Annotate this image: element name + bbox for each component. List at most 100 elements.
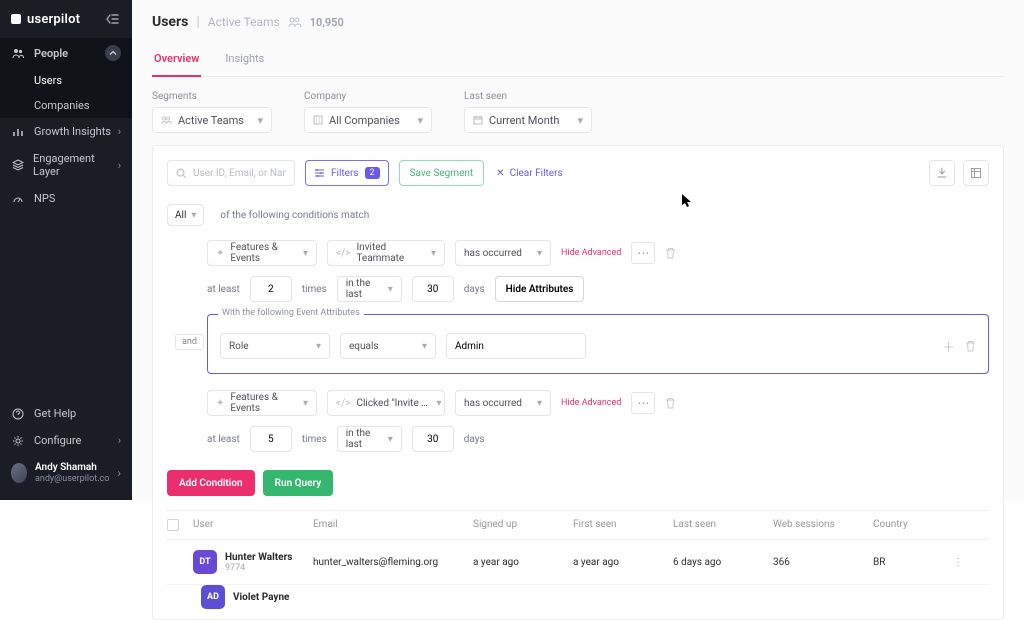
rule2-hide-advanced[interactable]: Hide Advanced xyxy=(561,398,621,408)
company-select[interactable]: All Companies ▾ xyxy=(304,107,432,133)
profile-menu[interactable]: Andy Shamah andy@userpilot.co › xyxy=(0,454,132,492)
cell-email: hunter_walters@fleming.org xyxy=(313,557,473,568)
attr-delete-button[interactable] xyxy=(965,340,976,352)
logo-icon xyxy=(11,14,21,24)
chevron-down-icon: ▾ xyxy=(303,398,308,409)
event-attributes-box: With the following Event Attributes Role… xyxy=(207,314,989,374)
attr-field-select[interactable]: Role▾ xyxy=(220,333,330,359)
download-button[interactable] xyxy=(929,160,955,186)
sidebar-item-engagement[interactable]: Engagement Layer › xyxy=(0,145,132,185)
search-input-wrapper[interactable] xyxy=(167,160,295,186)
gear-icon xyxy=(11,435,25,447)
chevron-down-icon: ▾ xyxy=(191,210,196,221)
attributes-title: With the following Event Attributes xyxy=(218,308,364,318)
rule1-category-select[interactable]: ✦Features & Events▾ xyxy=(207,240,317,266)
rule2-delete[interactable] xyxy=(665,397,676,409)
page-title: Users | Active Teams 10,950 xyxy=(152,14,1004,30)
download-icon xyxy=(936,167,948,179)
rule1-hide-advanced[interactable]: Hide Advanced xyxy=(561,248,621,258)
trash-icon xyxy=(665,397,676,409)
sidebar-item-nps[interactable]: NPS xyxy=(0,185,132,212)
attr-value-input[interactable] xyxy=(446,333,586,359)
run-query-button[interactable]: Run Query xyxy=(263,470,334,496)
rule1-count-input[interactable] xyxy=(250,276,292,302)
rule1-op-select[interactable]: has occurred▾ xyxy=(455,240,551,266)
query-card: Filters 2 Save Segment ✕ Clear Filters A… xyxy=(152,145,1004,620)
rule1-more-button[interactable]: ⋯ xyxy=(631,242,655,264)
rule2-more-button[interactable]: ⋯ xyxy=(631,392,655,414)
table-row[interactable]: DT Hunter Walters 9774 hunter_walters@fl… xyxy=(167,540,989,585)
sidebar-item-growth[interactable]: Growth Insights › xyxy=(0,118,132,145)
team-icon xyxy=(288,16,302,28)
select-all-checkbox[interactable] xyxy=(167,519,179,531)
filters-button[interactable]: Filters 2 xyxy=(305,160,389,186)
user-avatar: AD xyxy=(201,585,225,609)
avatar xyxy=(11,463,27,483)
bar-chart-icon xyxy=(11,126,25,138)
cell-signed: a year ago xyxy=(473,557,573,568)
brand-logo: userpilot xyxy=(11,12,80,27)
rule2-period-select[interactable]: in the last▾ xyxy=(337,426,402,452)
save-segment-button[interactable]: Save Segment xyxy=(399,160,485,186)
search-icon xyxy=(176,168,187,179)
rule2-event-select[interactable]: </>Clicked "Invite Teammat...▾ xyxy=(327,390,445,416)
chevron-down-icon: ▾ xyxy=(257,114,263,127)
rule2-days-input[interactable] xyxy=(412,426,454,452)
sidebar-item-configure[interactable]: Configure › xyxy=(0,427,132,454)
rule1-period-select[interactable]: in the last▾ xyxy=(337,276,402,302)
columns-icon xyxy=(970,167,982,179)
hide-attributes-button[interactable]: Hide Attributes xyxy=(495,276,585,302)
rule2-count-input[interactable] xyxy=(250,426,292,452)
days-label: days xyxy=(464,434,485,445)
sidebar-collapse-button[interactable] xyxy=(103,10,121,28)
user-name: Violet Payne xyxy=(233,592,289,603)
rule2-category-select[interactable]: ✦Features & Events▾ xyxy=(207,390,317,416)
rule1-days-input[interactable] xyxy=(412,276,454,302)
chevron-down-icon: ▾ xyxy=(303,248,308,259)
gauge-icon xyxy=(11,193,25,205)
building-icon xyxy=(313,115,323,125)
table-header: User Email Signed up First seen Last see… xyxy=(167,510,989,540)
times-label: times xyxy=(302,284,327,295)
segments-select[interactable]: Active Teams ▾ xyxy=(152,107,272,133)
people-icon xyxy=(11,47,25,59)
sidebar-item-users[interactable]: Users xyxy=(0,68,132,93)
match-all-select[interactable]: All▾ xyxy=(167,204,204,226)
cell-web: 366 xyxy=(773,557,873,568)
attr-op-select[interactable]: equals▾ xyxy=(340,333,436,359)
chevron-down-icon: ▾ xyxy=(417,114,423,127)
layers-icon xyxy=(11,159,24,171)
chevron-up-icon xyxy=(105,45,121,61)
chevron-right-icon: › xyxy=(118,159,121,172)
rule2-op-select[interactable]: has occurred▾ xyxy=(455,390,551,416)
sliders-icon xyxy=(314,168,325,178)
hamburger-chevron-icon xyxy=(105,13,119,25)
sidebar-item-help[interactable]: Get Help xyxy=(0,400,132,427)
rule1-event-select[interactable]: </>Invited Teammate▾ xyxy=(327,240,445,266)
rule1-delete[interactable] xyxy=(665,247,676,259)
chevron-down-icon: ▾ xyxy=(422,341,427,352)
lastseen-select[interactable]: Current Month ▾ xyxy=(464,107,592,133)
trash-icon xyxy=(665,247,676,259)
columns-button[interactable] xyxy=(963,160,989,186)
and-operator-badge: and xyxy=(175,334,204,350)
tab-overview[interactable]: Overview xyxy=(152,52,201,77)
tab-insights[interactable]: Insights xyxy=(223,52,266,76)
clear-filters-button[interactable]: ✕ Clear Filters xyxy=(496,168,562,179)
row-more-button[interactable]: ⋮ xyxy=(953,557,981,568)
add-condition-button[interactable]: Add Condition xyxy=(167,470,255,496)
code-icon: </> xyxy=(336,398,350,409)
sidebar-item-companies[interactable]: Companies xyxy=(0,93,132,118)
chevron-down-icon: ▾ xyxy=(537,398,542,409)
atleast-label: at least xyxy=(207,434,240,445)
profile-email: andy@userpilot.co xyxy=(35,474,109,484)
help-icon xyxy=(11,408,25,420)
close-icon: ✕ xyxy=(496,168,504,179)
chevron-right-icon: › xyxy=(118,434,121,447)
table-row[interactable]: AD Violet Payne xyxy=(167,585,989,603)
filters-count-badge: 2 xyxy=(365,167,380,179)
user-id: 9774 xyxy=(225,563,292,573)
sidebar-item-people[interactable]: People xyxy=(0,38,132,68)
search-input[interactable] xyxy=(193,168,286,179)
attr-add-button[interactable]: ＋ xyxy=(942,337,955,356)
